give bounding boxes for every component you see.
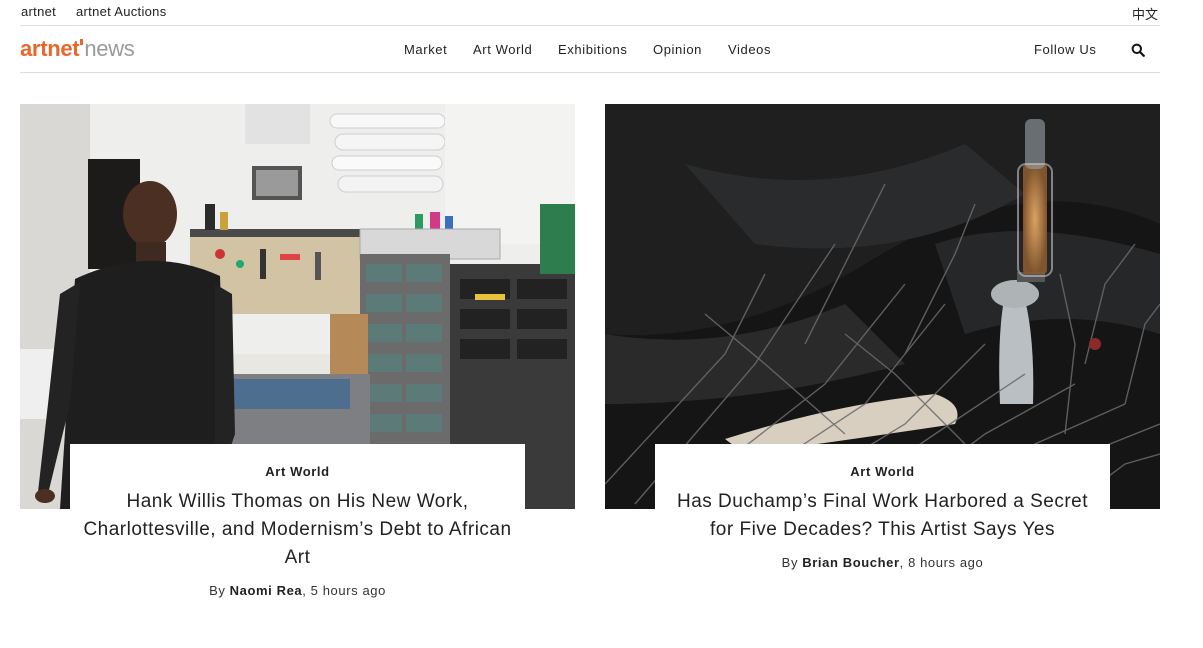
author-link[interactable]: Naomi Rea — [230, 583, 303, 598]
nav-divider — [20, 72, 1160, 73]
byline-prefix: By — [781, 555, 803, 570]
article-timestamp: , 8 hours ago — [899, 555, 984, 570]
main-nav: Market Art World Exhibitions Opinion Vid… — [0, 42, 1203, 58]
search-icon[interactable] — [1131, 43, 1145, 57]
article-byline: By Brian Boucher, 8 hours ago — [655, 555, 1110, 570]
article-timestamp: , 5 hours ago — [302, 583, 386, 598]
byline-prefix: By — [209, 583, 230, 598]
nav-item-art-world[interactable]: Art World — [473, 42, 532, 57]
artnet-link[interactable]: artnet — [21, 4, 56, 19]
article-title[interactable]: Has Duchamp’s Final Work Harbored a Secr… — [655, 488, 1110, 544]
article-card-2: Art World Has Duchamp’s Final Work Harbo… — [655, 444, 1110, 584]
top-divider — [20, 25, 1160, 26]
follow-us-button[interactable]: Follow Us — [1034, 42, 1096, 57]
nav-item-videos[interactable]: Videos — [728, 42, 771, 57]
artnet-auctions-link[interactable]: artnet Auctions — [76, 4, 167, 19]
nav-item-opinion[interactable]: Opinion — [653, 42, 702, 57]
nav-item-exhibitions[interactable]: Exhibitions — [558, 42, 627, 57]
article-title[interactable]: Hank Willis Thomas on His New Work, Char… — [70, 488, 525, 572]
utility-bar: artnet artnet Auctions 中文 — [0, 0, 1203, 26]
author-link[interactable]: Brian Boucher — [802, 555, 899, 570]
article-byline: By Naomi Rea, 5 hours ago — [70, 583, 525, 598]
language-switch[interactable]: 中文 — [1132, 4, 1158, 23]
nav-item-market[interactable]: Market — [404, 42, 447, 57]
article-category[interactable]: Art World — [655, 464, 1110, 479]
article-category[interactable]: Art World — [70, 464, 525, 479]
article-card-1: Art World Hank Willis Thomas on His New … — [70, 444, 525, 614]
